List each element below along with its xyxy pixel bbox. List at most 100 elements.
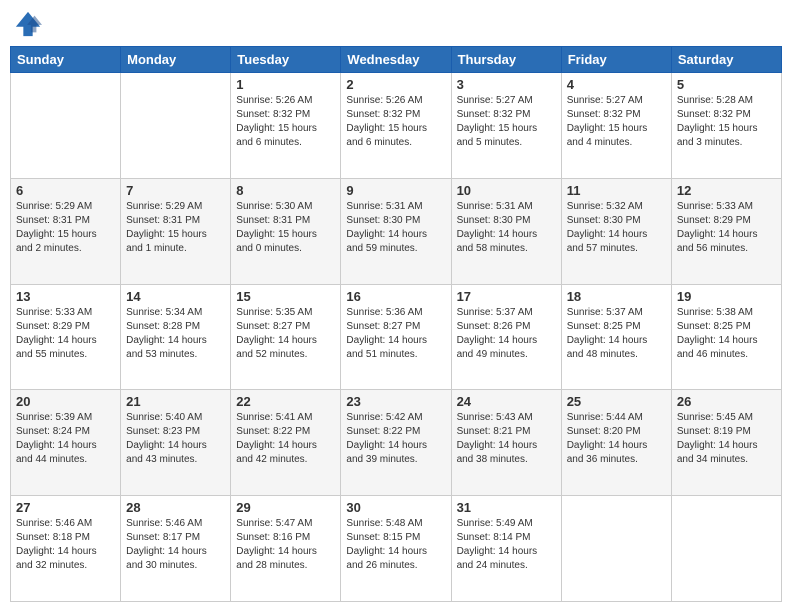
day-number: 16 [346, 289, 445, 304]
calendar-cell: 6 Sunrise: 5:29 AM Sunset: 8:31 PM Daylig… [11, 178, 121, 284]
day-number: 15 [236, 289, 335, 304]
day-detail: Sunrise: 5:26 AM Sunset: 8:32 PM Dayligh… [236, 94, 335, 150]
calendar-cell: 19 Sunrise: 5:38 AM Sunset: 8:25 PM Dayli… [671, 284, 781, 390]
day-detail: Sunrise: 5:46 AM Sunset: 8:18 PM Dayligh… [16, 517, 115, 573]
day-number: 30 [346, 500, 445, 515]
day-detail: Sunrise: 5:31 AM Sunset: 8:30 PM Dayligh… [346, 200, 445, 256]
calendar-cell: 15 Sunrise: 5:35 AM Sunset: 8:27 PM Dayli… [231, 284, 341, 390]
day-number: 28 [126, 500, 225, 515]
day-number: 29 [236, 500, 335, 515]
day-detail: Sunrise: 5:40 AM Sunset: 8:23 PM Dayligh… [126, 411, 225, 467]
calendar-cell: 26 Sunrise: 5:45 AM Sunset: 8:19 PM Dayli… [671, 390, 781, 496]
day-detail: Sunrise: 5:44 AM Sunset: 8:20 PM Dayligh… [567, 411, 666, 467]
calendar-cell: 7 Sunrise: 5:29 AM Sunset: 8:31 PM Daylig… [121, 178, 231, 284]
calendar-cell: 30 Sunrise: 5:48 AM Sunset: 8:15 PM Dayli… [341, 496, 451, 602]
calendar-cell: 9 Sunrise: 5:31 AM Sunset: 8:30 PM Daylig… [341, 178, 451, 284]
calendar-cell [671, 496, 781, 602]
day-number: 14 [126, 289, 225, 304]
calendar-cell: 28 Sunrise: 5:46 AM Sunset: 8:17 PM Dayli… [121, 496, 231, 602]
day-detail: Sunrise: 5:37 AM Sunset: 8:25 PM Dayligh… [567, 306, 666, 362]
calendar-cell: 13Sunrise: 5:33 AM Sunset: 8:29 PM Dayli… [11, 284, 121, 390]
calendar-header-saturday: Saturday [671, 47, 781, 73]
day-number: 11 [567, 183, 666, 198]
day-detail: Sunrise: 5:48 AM Sunset: 8:15 PM Dayligh… [346, 517, 445, 573]
calendar-table: SundayMondayTuesdayWednesdayThursdayFrid… [10, 46, 782, 602]
calendar-cell: 5Sunrise: 5:28 AM Sunset: 8:32 PM Daylig… [671, 73, 781, 179]
day-number: 31 [457, 500, 556, 515]
calendar-cell: 12 Sunrise: 5:33 AM Sunset: 8:29 PM Dayli… [671, 178, 781, 284]
calendar-cell: 20 Sunrise: 5:39 AM Sunset: 8:24 PM Dayli… [11, 390, 121, 496]
day-number: 26 [677, 394, 776, 409]
calendar-cell: 4Sunrise: 5:27 AM Sunset: 8:32 PM Daylig… [561, 73, 671, 179]
day-number: 12 [677, 183, 776, 198]
calendar-cell [121, 73, 231, 179]
calendar-cell: 1 Sunrise: 5:26 AM Sunset: 8:32 PM Daylig… [231, 73, 341, 179]
day-number: 19 [677, 289, 776, 304]
day-detail: Sunrise: 5:49 AM Sunset: 8:14 PM Dayligh… [457, 517, 556, 573]
day-detail: Sunrise: 5:45 AM Sunset: 8:19 PM Dayligh… [677, 411, 776, 467]
day-detail: Sunrise: 5:39 AM Sunset: 8:24 PM Dayligh… [16, 411, 115, 467]
calendar-cell: 18 Sunrise: 5:37 AM Sunset: 8:25 PM Dayli… [561, 284, 671, 390]
day-detail: Sunrise: 5:33 AM Sunset: 8:29 PM Dayligh… [677, 200, 776, 256]
calendar-cell [561, 496, 671, 602]
calendar-header-thursday: Thursday [451, 47, 561, 73]
day-detail: Sunrise: 5:42 AM Sunset: 8:22 PM Dayligh… [346, 411, 445, 467]
calendar-header-sunday: Sunday [11, 47, 121, 73]
day-detail: Sunrise: 5:31 AM Sunset: 8:30 PM Dayligh… [457, 200, 556, 256]
calendar-cell: 25 Sunrise: 5:44 AM Sunset: 8:20 PM Dayli… [561, 390, 671, 496]
day-number: 17 [457, 289, 556, 304]
day-detail: Sunrise: 5:30 AM Sunset: 8:31 PM Dayligh… [236, 200, 335, 256]
day-number: 2 [346, 77, 445, 92]
header [10, 10, 782, 38]
calendar-week-3: 13Sunrise: 5:33 AM Sunset: 8:29 PM Dayli… [11, 284, 782, 390]
day-detail: Sunrise: 5:47 AM Sunset: 8:16 PM Dayligh… [236, 517, 335, 573]
calendar-cell: 27Sunrise: 5:46 AM Sunset: 8:18 PM Dayli… [11, 496, 121, 602]
calendar-cell: 2 Sunrise: 5:26 AM Sunset: 8:32 PM Daylig… [341, 73, 451, 179]
calendar-week-2: 6 Sunrise: 5:29 AM Sunset: 8:31 PM Daylig… [11, 178, 782, 284]
day-detail: Sunrise: 5:41 AM Sunset: 8:22 PM Dayligh… [236, 411, 335, 467]
logo [14, 10, 46, 38]
calendar-cell: 8 Sunrise: 5:30 AM Sunset: 8:31 PM Daylig… [231, 178, 341, 284]
day-detail: Sunrise: 5:35 AM Sunset: 8:27 PM Dayligh… [236, 306, 335, 362]
calendar-cell: 23 Sunrise: 5:42 AM Sunset: 8:22 PM Dayli… [341, 390, 451, 496]
logo-icon [14, 10, 42, 38]
day-detail: Sunrise: 5:36 AM Sunset: 8:27 PM Dayligh… [346, 306, 445, 362]
day-number: 18 [567, 289, 666, 304]
day-detail: Sunrise: 5:32 AM Sunset: 8:30 PM Dayligh… [567, 200, 666, 256]
calendar-cell: 21 Sunrise: 5:40 AM Sunset: 8:23 PM Dayli… [121, 390, 231, 496]
day-number: 21 [126, 394, 225, 409]
calendar-cell: 16 Sunrise: 5:36 AM Sunset: 8:27 PM Dayli… [341, 284, 451, 390]
calendar-cell: 29 Sunrise: 5:47 AM Sunset: 8:16 PM Dayli… [231, 496, 341, 602]
calendar-header-row: SundayMondayTuesdayWednesdayThursdayFrid… [11, 47, 782, 73]
calendar-cell: 24 Sunrise: 5:43 AM Sunset: 8:21 PM Dayli… [451, 390, 561, 496]
calendar-week-4: 20 Sunrise: 5:39 AM Sunset: 8:24 PM Dayli… [11, 390, 782, 496]
day-number: 1 [236, 77, 335, 92]
day-number: 7 [126, 183, 225, 198]
day-number: 25 [567, 394, 666, 409]
day-number: 23 [346, 394, 445, 409]
day-number: 24 [457, 394, 556, 409]
day-detail: Sunrise: 5:46 AM Sunset: 8:17 PM Dayligh… [126, 517, 225, 573]
day-detail: Sunrise: 5:27 AM Sunset: 8:32 PM Dayligh… [457, 94, 556, 150]
day-detail: Sunrise: 5:29 AM Sunset: 8:31 PM Dayligh… [16, 200, 115, 256]
day-detail: Sunrise: 5:33 AM Sunset: 8:29 PM Dayligh… [16, 306, 115, 362]
calendar-cell: 10 Sunrise: 5:31 AM Sunset: 8:30 PM Dayli… [451, 178, 561, 284]
day-number: 8 [236, 183, 335, 198]
day-detail: Sunrise: 5:43 AM Sunset: 8:21 PM Dayligh… [457, 411, 556, 467]
day-number: 4 [567, 77, 666, 92]
day-number: 10 [457, 183, 556, 198]
day-detail: Sunrise: 5:26 AM Sunset: 8:32 PM Dayligh… [346, 94, 445, 150]
day-number: 22 [236, 394, 335, 409]
calendar-cell: 14Sunrise: 5:34 AM Sunset: 8:28 PM Dayli… [121, 284, 231, 390]
day-number: 3 [457, 77, 556, 92]
day-number: 6 [16, 183, 115, 198]
day-detail: Sunrise: 5:37 AM Sunset: 8:26 PM Dayligh… [457, 306, 556, 362]
calendar-cell [11, 73, 121, 179]
day-number: 9 [346, 183, 445, 198]
calendar-cell: 22 Sunrise: 5:41 AM Sunset: 8:22 PM Dayli… [231, 390, 341, 496]
day-detail: Sunrise: 5:29 AM Sunset: 8:31 PM Dayligh… [126, 200, 225, 256]
day-number: 20 [16, 394, 115, 409]
calendar-cell: 3 Sunrise: 5:27 AM Sunset: 8:32 PM Daylig… [451, 73, 561, 179]
day-detail: Sunrise: 5:38 AM Sunset: 8:25 PM Dayligh… [677, 306, 776, 362]
calendar-cell: 31 Sunrise: 5:49 AM Sunset: 8:14 PM Dayli… [451, 496, 561, 602]
